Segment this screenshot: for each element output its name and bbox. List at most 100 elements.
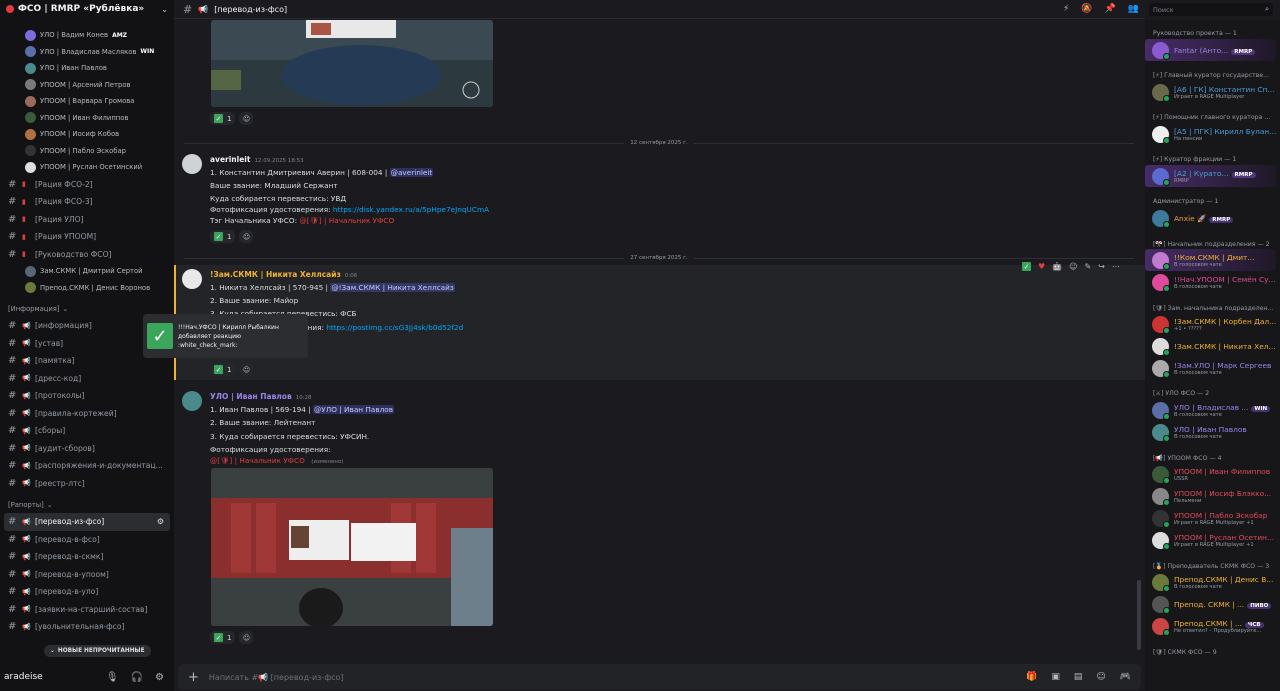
channel-settings-icon[interactable]: ⚙ (157, 517, 164, 526)
sticker-icon[interactable]: ▤ (1074, 672, 1083, 682)
text-channel[interactable]: # 📢 [перевод-в-уло] (0, 583, 174, 601)
message-author[interactable]: УЛО | Иван Павлов (210, 392, 292, 401)
add-reaction-button[interactable]: ☺ (239, 112, 254, 125)
member-item[interactable]: Препод.СКМК | Денис В... В голосовом чате (1145, 571, 1280, 593)
voice-user[interactable]: УЛО | Владислав Масляков WIN (0, 44, 174, 61)
text-channel[interactable]: # 📢 [сборы] (0, 422, 174, 440)
reaction-check[interactable]: ✓ 1 (210, 230, 236, 243)
add-reaction-button[interactable]: ☺ (239, 363, 254, 376)
chevron-down-icon[interactable]: ⌄ (161, 5, 168, 14)
pin-icon[interactable]: 📌 (1105, 4, 1116, 14)
text-channel[interactable]: # 📢 [перевод-в-упоом] (0, 566, 174, 584)
gift-icon[interactable]: 🎁 (1026, 672, 1037, 682)
member-item[interactable]: УПООМ | Пабло Эскобар Играет в RAGE Multi… (1145, 507, 1280, 529)
voice-user[interactable]: УПООМ | Пабло Эскобар (0, 143, 174, 160)
quick-reaction-heart-icon[interactable]: ♥ (1038, 262, 1045, 271)
user-mention[interactable]: @averinleit (389, 168, 434, 177)
member-item[interactable]: УЛО | Владислав ... WIN В голосовом чате (1145, 399, 1280, 421)
voice-user[interactable]: УПООМ | Иван Филиппов (0, 110, 174, 127)
reaction-check[interactable]: ✓ 1 (210, 363, 236, 376)
message-link[interactable]: https://disk.yandex.ru/a/5pHpe7eJnqUCmA (333, 205, 489, 214)
emoji-icon[interactable]: ☺ (1096, 672, 1105, 682)
text-channel[interactable]: # 📢 [перевод-из-фсо] ⚙ (4, 513, 170, 531)
avatar[interactable] (182, 391, 202, 411)
voice-channel[interactable]: # ▮ [Рация ФСО-3] (0, 193, 174, 211)
add-reaction-icon[interactable]: ☺ (1069, 262, 1077, 271)
forward-icon[interactable]: ↪ (1098, 262, 1105, 271)
attachment-image[interactable] (211, 20, 493, 107)
add-reaction-button[interactable]: ☺ (239, 631, 254, 644)
settings-gear-icon[interactable]: ⚙ (155, 672, 164, 683)
text-channel[interactable]: # 📢 [увольнительная-фсо] (0, 618, 174, 636)
voice-channel[interactable]: # ▮ [Рация УЛО] (0, 211, 174, 229)
member-item[interactable]: УПООМ | Руслан Осетин... Играет в RAGE Mu… (1145, 529, 1280, 551)
member-item[interactable]: УЛО | Иван Павлов В голосовом чате (1145, 421, 1280, 443)
member-item[interactable]: !Зам.УЛО | Марк Сергеев В голосовом чате (1145, 357, 1280, 379)
headphones-icon[interactable]: 🎧 (131, 672, 143, 683)
member-item[interactable]: !!Нач.УПООМ | Семён Су... В голосовом чат… (1145, 271, 1280, 293)
attachment-image[interactable] (211, 468, 493, 626)
search-input[interactable]: Поиск ⌕ (1149, 3, 1273, 16)
member-item[interactable]: Anxie 🚀 RMRP (1145, 207, 1280, 229)
category-reports[interactable]: [Рапорты] ⌄ (0, 496, 174, 513)
threads-icon[interactable]: ⚡ (1063, 4, 1069, 14)
voice-user[interactable]: УПООМ | Иосиф Кобов (0, 126, 174, 143)
reaction-check[interactable]: ✓ 1 (210, 112, 236, 125)
member-item[interactable]: [А2 | Курато... RMRP RMRP (1145, 165, 1276, 187)
edit-icon[interactable]: ✎ (1084, 262, 1091, 271)
text-channel[interactable]: # 📢 [аудит-сборов] (0, 440, 174, 458)
text-channel[interactable]: # 📢 [дресс-код] (0, 370, 174, 388)
voice-user[interactable]: УЛО | Вадим Конев AMZ (0, 27, 174, 44)
user-name[interactable]: aradeise (4, 672, 43, 682)
text-channel[interactable]: # 📢 [перевод-в-фсо] (0, 531, 174, 549)
text-channel[interactable]: # 📢 [заявки-на-старший-состав] (0, 601, 174, 619)
member-item[interactable]: УПООМ | Иосиф Блэкко... Пельмени (1145, 485, 1280, 507)
voice-channel[interactable]: # ▮ [Руководство ФСО] (0, 246, 174, 264)
reaction-notification-toast[interactable]: ✓ !!!Нач.УФСО | Кирилл Рыбалкин добавляе… (143, 314, 308, 358)
gif-icon[interactable]: ▣ (1051, 672, 1060, 682)
message-author[interactable]: averinleit (210, 155, 250, 164)
voice-user[interactable]: УПООМ | Руслан Осетинский (0, 159, 174, 176)
voice-user[interactable]: УПООМ | Варвара Громова (0, 93, 174, 110)
message-link[interactable]: https://postimg.cc/sG3Jj4sk/b0d52f2d (326, 323, 463, 332)
user-mention[interactable]: @УЛО | Иван Павлов (312, 405, 395, 414)
apps-icon[interactable]: 🎮 (1120, 672, 1131, 682)
microphone-icon[interactable]: 🎙 (106, 672, 119, 683)
quick-reaction-emoji-icon[interactable]: 🤖 (1052, 262, 1062, 271)
text-channel[interactable]: # 📢 [распоряжения-и-документац... (0, 457, 174, 475)
member-item[interactable]: Препод.СКМК | ... ЧСВ Не ответил? – Продуб… (1145, 615, 1280, 637)
message-composer[interactable]: + Написать #📢 [перевод-из-фсо] 🎁 ▣ ▤ ☺ 🎮 (178, 664, 1141, 690)
server-header[interactable]: ФСО | RMRP «Рублёвка» ⌄ (0, 0, 174, 18)
voice-channel[interactable]: # ▮ [Рация ФСО-2] (0, 176, 174, 194)
member-item[interactable]: !!Ком.СКМК | Дмит... В голосовом чате (1145, 249, 1276, 271)
reaction-check[interactable]: ✓ 1 (210, 631, 236, 644)
voice-user[interactable]: Зам.СКМК | Дмитрий Сертой (0, 263, 174, 280)
avatar[interactable] (182, 269, 202, 289)
member-item[interactable]: [А6 | ГК] Константин Сп... Играет в RAGE … (1145, 81, 1280, 103)
new-unread-button[interactable]: ⌄ НОВЫЕ НЕПРОЧИТАННЫЕ (44, 645, 151, 657)
member-item[interactable]: !Зам.СКМК | Никита Хел... (1145, 335, 1280, 357)
notifications-icon[interactable]: 🔕 (1081, 4, 1092, 14)
text-channel[interactable]: # 📢 [реестр-лтс] (0, 475, 174, 493)
text-channel[interactable]: # 📢 [перевод-в-скмк] (0, 548, 174, 566)
voice-user[interactable]: УЛО | Иван Павлов (0, 60, 174, 77)
voice-channel[interactable]: # ▮ [Рация УПООМ] (0, 228, 174, 246)
member-item[interactable]: !Зам.СКМК | Корбен Дал... +1 • ????? (1145, 313, 1280, 335)
member-list-icon[interactable]: 👥 (1128, 4, 1139, 14)
voice-user[interactable]: Препод.СКМК | Денис Воронов (0, 280, 174, 297)
role-mention[interactable]: @[🛡] | Начальник УФСО (299, 216, 394, 225)
member-item[interactable]: Препод. СКМК | ... ПИВО (1145, 593, 1280, 615)
message-author[interactable]: !Зам.СКМК | Никита Хеллсайз (210, 270, 341, 279)
more-options-icon[interactable]: ⋯ (1112, 262, 1120, 271)
text-channel[interactable]: # 📢 [правила-кортежей] (0, 405, 174, 423)
member-item[interactable]: Fantar (Анто... RMRP (1145, 39, 1276, 61)
text-channel[interactable]: # 📢 [протоколы] (0, 387, 174, 405)
avatar[interactable] (182, 154, 202, 174)
member-item[interactable]: [А5 | ПГК] Кирилл Булан... На пенсии (1145, 123, 1280, 145)
role-mention[interactable]: @[🛡] | Начальник УФСО (210, 456, 305, 465)
member-item[interactable]: УПООМ | Иван Филиппов USSR (1145, 463, 1280, 485)
add-reaction-button[interactable]: ☺ (239, 230, 254, 243)
chat-scrollbar[interactable] (1137, 580, 1141, 650)
quick-reaction-check-icon[interactable]: ✓ (1022, 262, 1031, 271)
add-attachment-icon[interactable]: + (188, 670, 199, 685)
